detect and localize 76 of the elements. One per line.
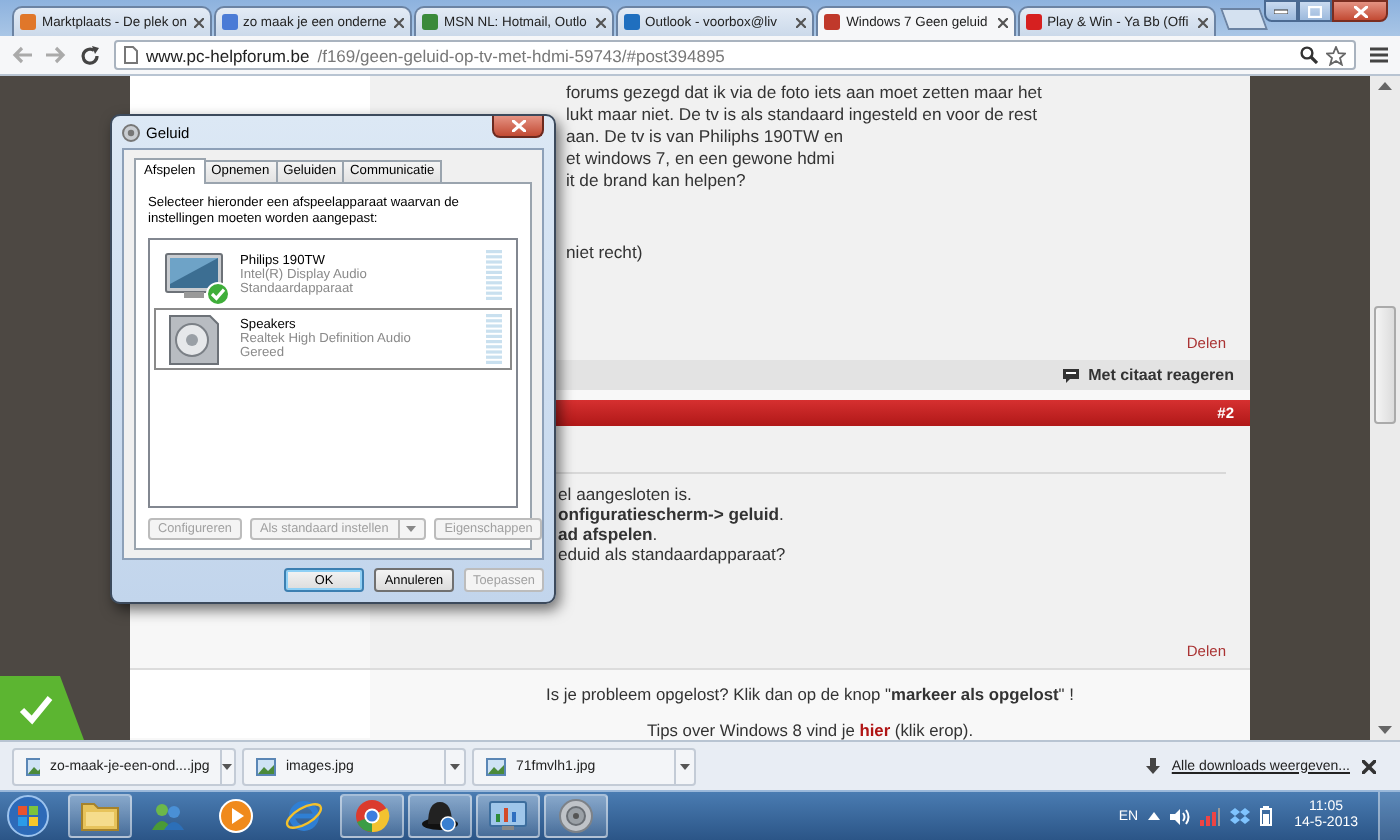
favicon-icon xyxy=(824,14,841,30)
scroll-down-icon[interactable] xyxy=(1378,726,1392,734)
browser-icon xyxy=(284,798,324,834)
speaker-icon xyxy=(122,123,140,141)
maximize-icon xyxy=(1308,5,1322,17)
folder-icon xyxy=(80,800,120,832)
close-button[interactable] xyxy=(492,116,544,138)
close-icon[interactable] xyxy=(193,17,204,27)
maximize-button[interactable] xyxy=(1298,0,1332,22)
show-desktop-button[interactable] xyxy=(1378,791,1400,840)
caret-icon[interactable] xyxy=(680,763,690,769)
address-field[interactable]: www.pc-helpforum.be /f169/geen-geluid-op-tv-met-hdmi-59743/#post394895 xyxy=(114,40,1356,70)
new-tab-button[interactable] xyxy=(1220,8,1268,30)
scroll-up-icon[interactable] xyxy=(1378,82,1392,90)
taskbar-button[interactable] xyxy=(408,794,472,838)
level-meter-icon xyxy=(486,313,502,365)
image-file-icon xyxy=(26,757,40,775)
post-text-line: ad afspelen. xyxy=(558,524,658,544)
star-icon[interactable] xyxy=(1326,45,1346,65)
post-text-line: aan. De tv is van Philiphs 190TW en xyxy=(566,126,844,148)
speech-bubble-icon xyxy=(1062,367,1081,383)
download-icon xyxy=(1145,758,1160,774)
quote-reply-link[interactable]: Met citaat reageren xyxy=(1062,366,1234,384)
close-button[interactable] xyxy=(1332,0,1388,22)
chart-screen-icon xyxy=(488,800,528,832)
close-icon[interactable] xyxy=(1198,17,1209,27)
post-text-line: forums gezegd dat ik via de foto iets aan moet zetten maar het xyxy=(566,82,1042,104)
play-icon xyxy=(218,798,254,834)
post-text-line: et windows 7, en een gewone hdmi xyxy=(566,148,835,170)
solved-hint-text: Is je probleem opgelost? Klik dan op de knop "markeer als opgelost" ! xyxy=(546,684,1074,704)
favicon-icon xyxy=(221,14,238,30)
minimize-icon xyxy=(1274,8,1288,14)
hat-icon xyxy=(420,798,460,834)
tips-text: Tips over Windows 8 vind je hier (klik erop). xyxy=(646,720,974,740)
show-hidden-icons[interactable] xyxy=(1148,812,1161,820)
favicon-icon xyxy=(20,14,36,30)
start-button[interactable] xyxy=(6,794,50,838)
post-text-line: niet recht) xyxy=(566,242,643,264)
speaker-icon xyxy=(558,798,594,834)
checkmark-icon xyxy=(0,676,84,740)
monitor-icon xyxy=(164,249,224,301)
level-meter-icon xyxy=(486,249,502,301)
post-text-line: el aangesloten is. xyxy=(558,484,692,504)
favicon-icon xyxy=(422,14,439,30)
close-icon xyxy=(1353,5,1367,17)
speaker-icon xyxy=(164,313,224,365)
scrollbar-thumb[interactable] xyxy=(1374,306,1396,424)
post-text-line: it de brand kan helpen? xyxy=(566,170,746,192)
favicon-icon xyxy=(623,14,640,30)
post-text-line: lukt maar niet. De tv is als standaard ingesteld en voor de rest xyxy=(566,104,1037,126)
post-text-line: eduid als standaardapparaat? xyxy=(558,544,786,564)
caret-icon[interactable] xyxy=(450,763,460,769)
caret-icon[interactable] xyxy=(222,763,233,769)
post-text-line: onfiguratiescherm-> geluid. xyxy=(558,504,784,524)
people-icon xyxy=(148,800,188,832)
zoom-icon[interactable] xyxy=(1300,46,1318,64)
box-icon[interactable] xyxy=(1230,807,1251,825)
close-icon[interactable] xyxy=(997,17,1008,27)
caret-icon xyxy=(406,526,417,532)
close-icon[interactable] xyxy=(595,17,606,27)
image-file-icon xyxy=(486,757,506,775)
minimize-button[interactable] xyxy=(1264,0,1298,22)
image-file-icon xyxy=(256,757,276,775)
page-icon xyxy=(124,46,138,64)
close-icon[interactable] xyxy=(796,17,807,27)
favicon-icon xyxy=(1025,14,1042,30)
close-icon[interactable] xyxy=(394,17,405,27)
menu-icon[interactable] xyxy=(1370,46,1388,64)
tips-link[interactable]: hier xyxy=(859,720,891,740)
close-icon xyxy=(511,120,525,132)
scrollbar[interactable] xyxy=(1370,76,1400,740)
volume-icon[interactable] xyxy=(1170,807,1191,825)
close-icon[interactable] xyxy=(1362,759,1376,773)
battery-icon[interactable] xyxy=(1260,806,1273,826)
browser-icon xyxy=(354,798,390,834)
reload-icon[interactable] xyxy=(80,45,100,65)
